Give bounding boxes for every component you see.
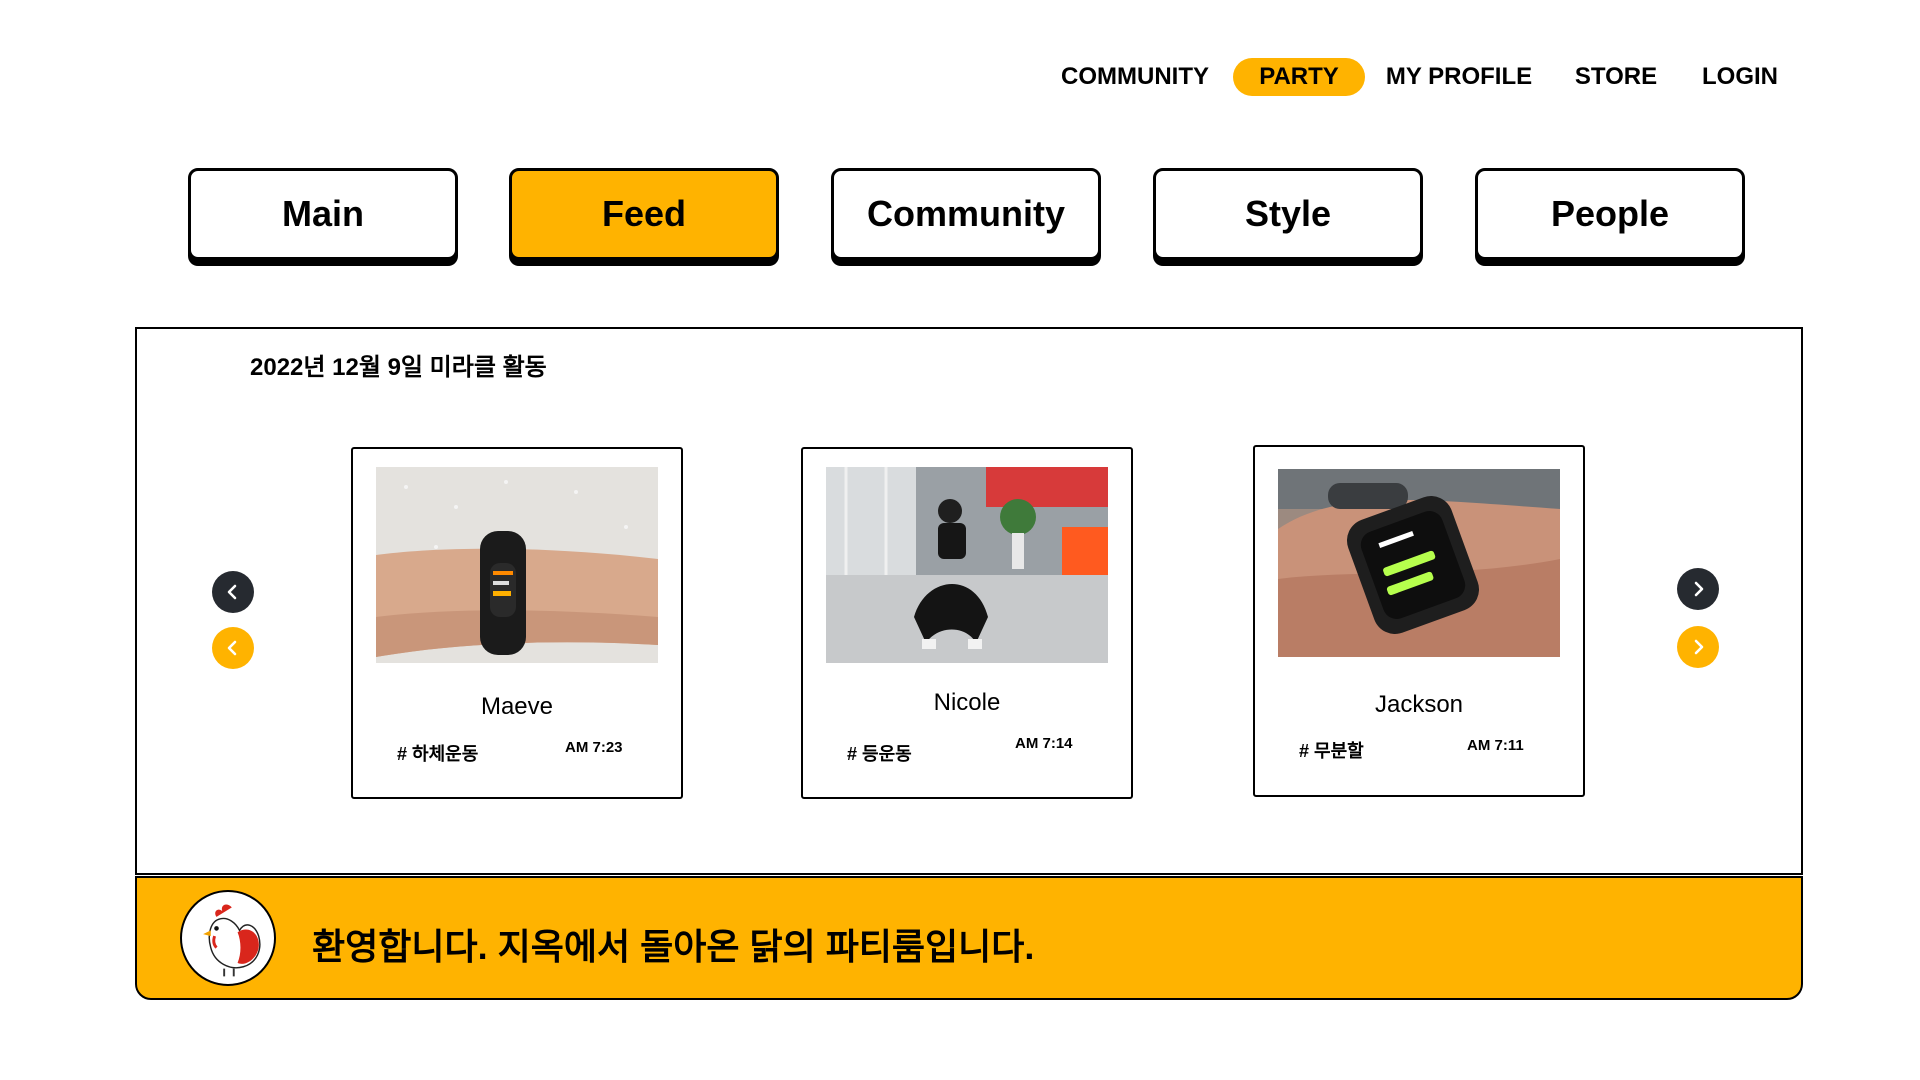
nav-community[interactable]: COMMUNITY [1055, 58, 1215, 96]
prev-arrow-yellow[interactable] [212, 627, 254, 669]
chevron-right-icon [1694, 639, 1704, 655]
chevron-left-icon [227, 640, 237, 656]
tab-style[interactable]: Style [1153, 168, 1423, 260]
chicken-logo-icon [180, 890, 276, 986]
card-user-name: Nicole [933, 689, 1001, 716]
card-photo-smartwatch [1278, 469, 1560, 657]
welcome-text: 환영합니다. 지옥에서 돌아온 닭의 파티룸입니다. [312, 926, 1035, 967]
card-user-name: Maeve [480, 693, 554, 720]
feed-panel: 2022년 12월 9일 미라클 활동 Maeve # 하체운동 AM 7:23… [135, 327, 1803, 875]
nav-login[interactable]: LOGIN [1690, 58, 1790, 96]
tab-community[interactable]: Community [831, 168, 1101, 260]
next-arrow-yellow[interactable] [1677, 626, 1719, 668]
feed-card[interactable]: Maeve # 하체운동 AM 7:23 [351, 447, 683, 799]
card-time: AM 7:14 [1015, 735, 1073, 752]
card-photo-gym-selfie [826, 467, 1108, 663]
tab-people[interactable]: People [1475, 168, 1745, 260]
nav-my-profile[interactable]: MY PROFILE [1384, 58, 1534, 96]
chevron-right-icon [1694, 581, 1704, 597]
feed-card[interactable]: Jackson # 무분할 AM 7:11 [1253, 445, 1585, 797]
tab-main[interactable]: Main [188, 168, 458, 260]
card-user-name: Jackson [1374, 691, 1464, 718]
card-photo-wristband [376, 467, 658, 663]
chevron-left-icon [227, 584, 237, 600]
top-nav: COMMUNITY PARTY MY PROFILE STORE LOGIN [0, 58, 1920, 98]
prev-arrow-dark[interactable] [212, 571, 254, 613]
tab-feed[interactable]: Feed [509, 168, 779, 260]
card-tag[interactable]: # 하체운동 [397, 740, 478, 766]
card-time: AM 7:23 [565, 739, 623, 756]
nav-store[interactable]: STORE [1566, 58, 1666, 96]
card-tag[interactable]: # 무분할 [1299, 737, 1364, 763]
feed-card[interactable]: Nicole # 등운동 AM 7:14 [801, 447, 1133, 799]
nav-party[interactable]: PARTY [1233, 58, 1365, 96]
feed-title: 2022년 12월 9일 미라클 활동 [250, 354, 547, 381]
card-tag[interactable]: # 등운동 [847, 740, 912, 766]
card-time: AM 7:11 [1467, 737, 1524, 754]
next-arrow-dark[interactable] [1677, 568, 1719, 610]
welcome-banner: 환영합니다. 지옥에서 돌아온 닭의 파티룸입니다. [135, 876, 1803, 1000]
